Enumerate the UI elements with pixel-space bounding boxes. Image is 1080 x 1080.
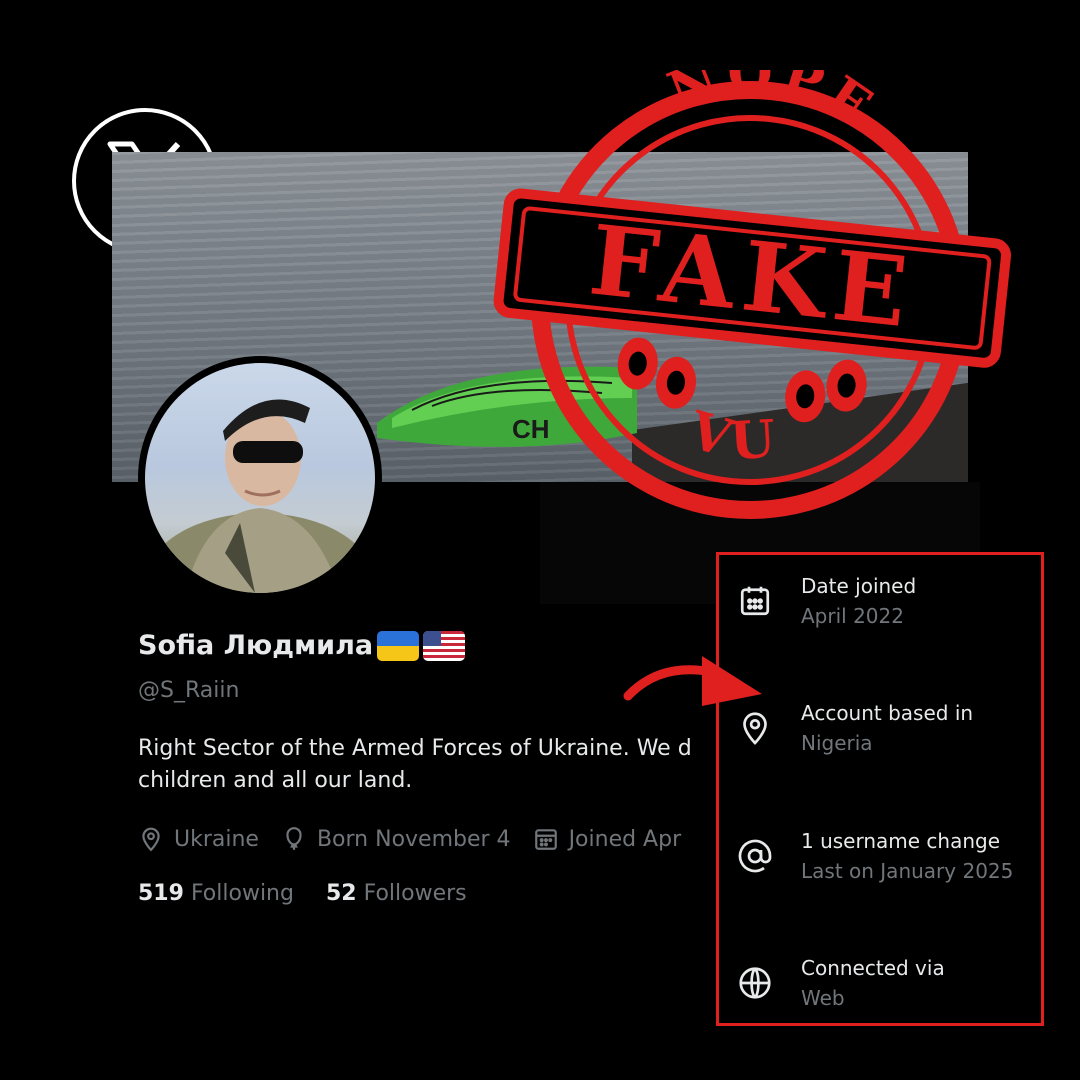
about-value: Web bbox=[801, 986, 845, 1010]
followers-link[interactable]: 52 Followers bbox=[326, 881, 467, 906]
joined-item: Joined Apr bbox=[533, 826, 682, 852]
about-label: 1 username change bbox=[801, 829, 1001, 853]
location-text: Ukraine bbox=[174, 826, 259, 852]
about-row-date-joined: Date joined April 2022 bbox=[737, 571, 1037, 631]
about-account-panel: Date joined April 2022 Account based in … bbox=[716, 552, 1044, 1026]
birthday-text: Born November 4 bbox=[316, 826, 511, 852]
followers-count: 52 bbox=[325, 881, 357, 906]
globe-icon bbox=[739, 967, 771, 999]
joined-text: Joined Apr bbox=[568, 826, 682, 852]
about-label: Account based in bbox=[801, 701, 974, 725]
ukraine-flag-icon bbox=[377, 630, 420, 661]
profile-meta: Ukraine Born November 4 Joined Apr bbox=[138, 822, 718, 856]
stamp-top-text: NOPE bbox=[654, 70, 891, 144]
calendar-icon bbox=[740, 586, 770, 616]
following-link[interactable]: 519 Following bbox=[138, 881, 294, 906]
bio-line: children and all our land. bbox=[138, 768, 413, 793]
followers-label: Followers bbox=[363, 881, 467, 906]
display-name: Sofia Людмила bbox=[138, 630, 374, 661]
about-row-account-based-in: Account based in Nigeria bbox=[737, 698, 1037, 758]
balloon-icon bbox=[286, 827, 302, 850]
about-value: Nigeria bbox=[801, 731, 873, 755]
profile-bio: Right Sector of the Armed Forces of Ukra… bbox=[138, 733, 718, 797]
bio-line: Right Sector of the Armed Forces of Ukra… bbox=[138, 736, 692, 761]
following-label: Following bbox=[190, 881, 294, 906]
about-label: Date joined bbox=[801, 574, 917, 598]
location-item: Ukraine bbox=[138, 826, 259, 852]
follow-stats: 519 Following 52 Followers bbox=[138, 881, 467, 906]
usa-flag-icon bbox=[423, 630, 466, 661]
about-value: Last on January 2025 bbox=[801, 859, 1014, 883]
about-row-username-change: 1 username change Last on January 2025 bbox=[737, 826, 1037, 886]
avatar[interactable] bbox=[138, 356, 382, 600]
location-pin-icon bbox=[142, 827, 160, 852]
about-label: Connected via bbox=[801, 956, 945, 980]
following-count: 519 bbox=[138, 881, 184, 906]
about-row-connected-via: Connected via Web bbox=[737, 953, 1037, 1013]
arrow-icon bbox=[623, 656, 762, 706]
fake-stamp: NOPE VU FAKE bbox=[493, 70, 1012, 519]
svg-text:VU: VU bbox=[681, 398, 790, 477]
birthday-item: Born November 4 bbox=[281, 826, 511, 852]
profile-handle: @S_Raiin bbox=[138, 678, 240, 703]
display-name-row: Sofia Людмила bbox=[138, 630, 466, 661]
stamp-bottom-text: VU bbox=[681, 398, 790, 477]
calendar-icon bbox=[534, 829, 557, 850]
svg-text:NOPE: NOPE bbox=[654, 70, 891, 144]
at-sign-icon bbox=[738, 839, 772, 873]
about-value: April 2022 bbox=[801, 604, 904, 628]
